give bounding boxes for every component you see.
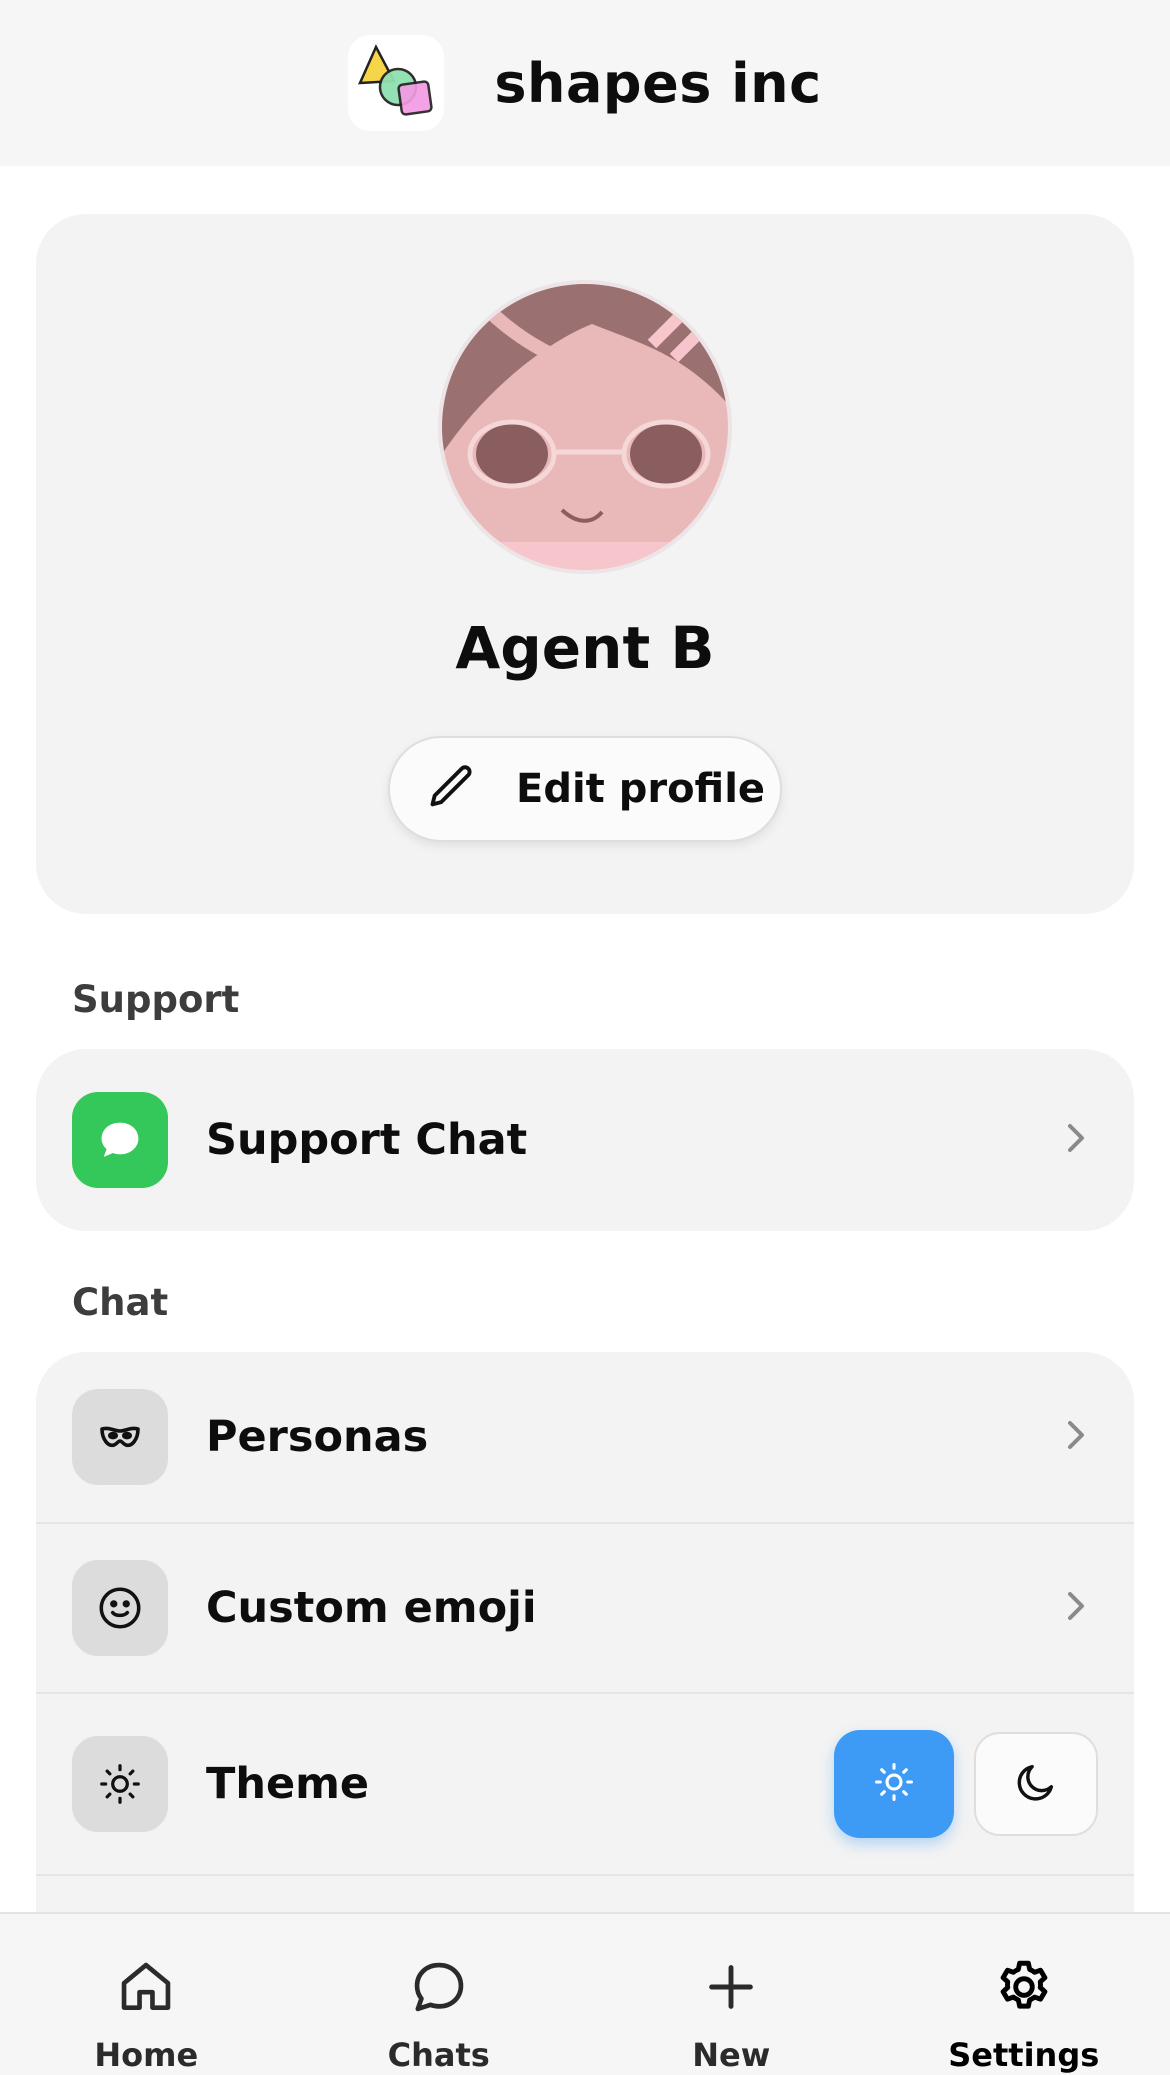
profile-name: Agent B	[455, 614, 715, 682]
tab-chats[interactable]: Chats	[293, 1914, 586, 2075]
chevron-right-icon	[1064, 1588, 1088, 1628]
theme-label: Theme	[206, 1759, 370, 1809]
pencil-icon	[426, 761, 478, 817]
dark-theme-button[interactable]	[974, 1732, 1098, 1836]
section-label-support: Support	[72, 978, 240, 1021]
tab-home[interactable]: Home	[0, 1914, 293, 2075]
sun-icon	[872, 1760, 916, 1808]
bottom-tab-bar: Home Chats New Settings	[0, 1912, 1170, 2075]
chat-bubble-icon	[72, 1092, 168, 1188]
chevron-right-icon	[1064, 1120, 1088, 1160]
personas-label: Personas	[206, 1412, 429, 1462]
support-chat-item[interactable]: Support Chat	[36, 1049, 1134, 1231]
sun-icon	[72, 1736, 168, 1832]
smiley-icon	[72, 1560, 168, 1656]
tab-settings-label: Settings	[948, 2036, 1100, 2074]
tab-home-label: Home	[94, 2036, 199, 2074]
chat-icon	[408, 1956, 470, 2022]
avatar[interactable]	[438, 280, 732, 574]
tab-settings[interactable]: Settings	[878, 1914, 1170, 2075]
custom-emoji-item[interactable]: Custom emoji	[36, 1522, 1134, 1692]
theme-item: Theme	[36, 1692, 1134, 1874]
moon-icon	[1013, 1759, 1059, 1809]
support-chat-label: Support Chat	[206, 1115, 528, 1165]
chevron-right-icon	[1064, 1417, 1088, 1457]
tab-chats-label: Chats	[387, 2036, 490, 2074]
tab-new-label: New	[692, 2036, 771, 2074]
custom-emoji-label: Custom emoji	[206, 1583, 537, 1633]
support-group: Support Chat	[36, 1049, 1134, 1231]
profile-card: Agent B Edit profile	[36, 214, 1134, 914]
theme-toggle	[834, 1730, 1098, 1838]
gear-icon	[993, 1956, 1055, 2022]
section-label-chat: Chat	[72, 1281, 169, 1324]
edit-profile-label: Edit profile	[516, 766, 766, 812]
edit-profile-button[interactable]: Edit profile	[388, 736, 782, 842]
home-icon	[115, 1956, 177, 2022]
app-header: shapes inc	[0, 0, 1170, 166]
shapes-logo-icon	[348, 35, 445, 131]
light-theme-button[interactable]	[834, 1730, 954, 1838]
chat-group: Personas Custom emoji Theme	[36, 1352, 1134, 1912]
plus-icon	[700, 1956, 762, 2022]
tab-new[interactable]: New	[585, 1914, 878, 2075]
list-item	[36, 1874, 1134, 1912]
brand-name: shapes inc	[494, 51, 822, 115]
mask-icon	[72, 1389, 168, 1485]
personas-item[interactable]: Personas	[36, 1352, 1134, 1522]
